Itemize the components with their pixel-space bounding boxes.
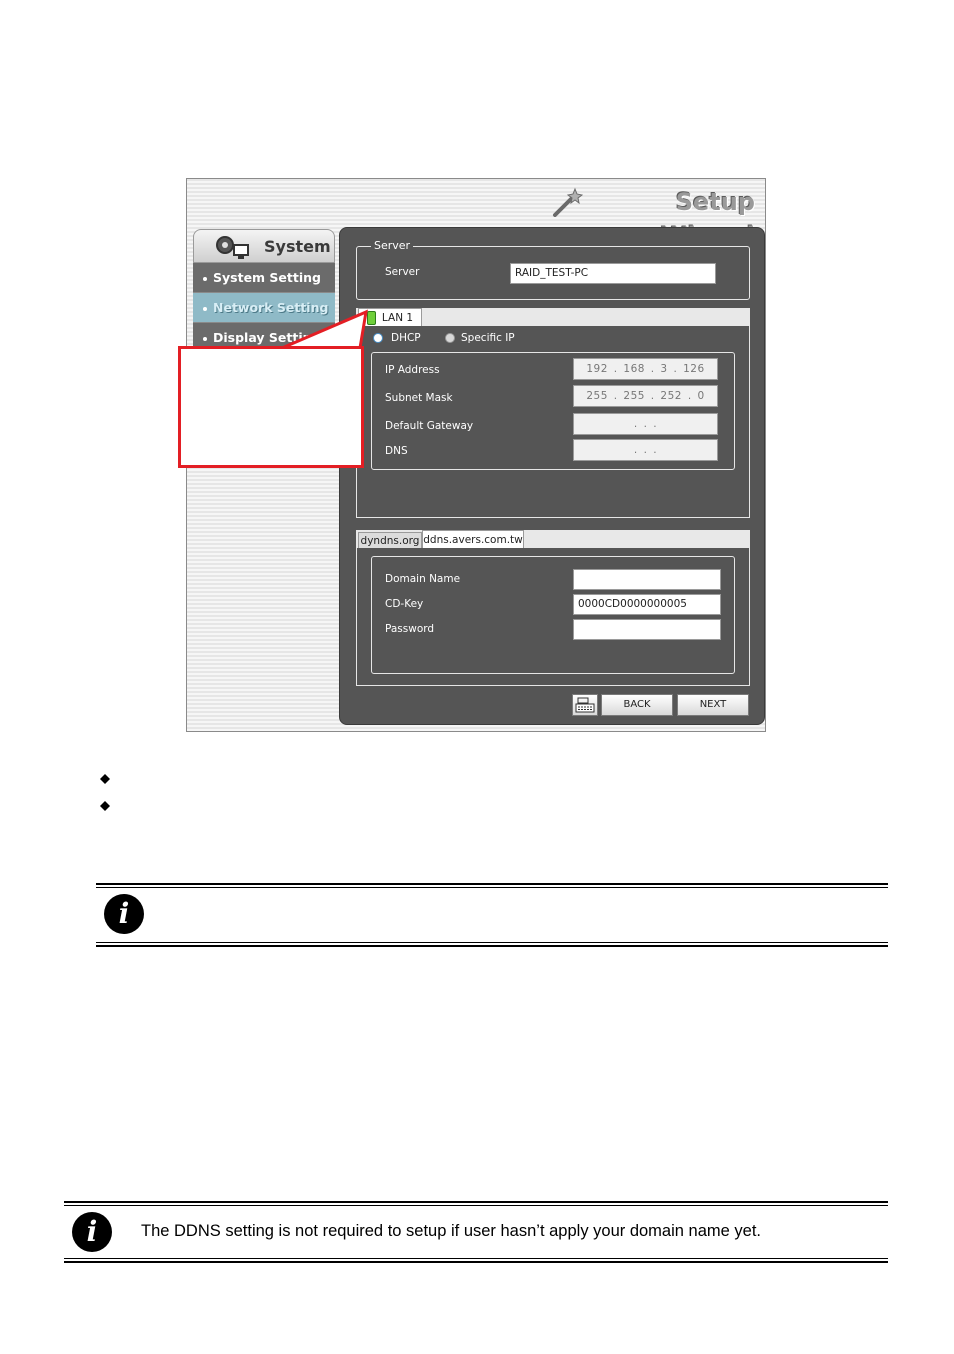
keyboard-button[interactable] <box>572 694 598 716</box>
system-gear-icon <box>216 236 249 259</box>
back-button[interactable]: BACK <box>601 694 673 716</box>
magic-wand-icon <box>553 187 583 217</box>
callout-box <box>178 346 364 468</box>
ip-address-label: IP Address <box>385 364 440 376</box>
ddns-tabbar: dyndns.org ddns.avers.com.tw <box>356 530 750 548</box>
default-gateway-field[interactable]: . . . <box>573 413 718 435</box>
note-bottom-rule-thin <box>64 1258 888 1259</box>
specific-ip-label: Specific IP <box>461 332 515 344</box>
password-field[interactable] <box>573 619 721 640</box>
server-legend: Server <box>371 239 414 252</box>
ip-settings-group: IP Address 192 . 168 . 3 . 126 Subnet Ma… <box>371 352 735 470</box>
dhcp-label: DHCP <box>391 332 421 344</box>
domain-name-label: Domain Name <box>385 573 461 585</box>
password-label: Password <box>385 623 435 635</box>
domain-name-field[interactable] <box>573 569 721 590</box>
sidebar-item-label: System Setting <box>213 270 321 285</box>
dns-label: DNS <box>385 445 408 457</box>
sidebar-header: System <box>193 229 335 263</box>
sidebar-header-label: System <box>264 237 331 256</box>
diamond-bullet-icon <box>100 801 110 811</box>
keyboard-icon <box>575 697 595 713</box>
network-settings-panel: Server Server RAID_TEST-PC LAN 1 DHCP Sp… <box>339 227 765 725</box>
bullet-dot-icon <box>203 336 207 341</box>
note-bottom-rule <box>96 945 888 947</box>
info-icon: i <box>104 894 144 934</box>
subnet-mask-field[interactable]: 255 . 255 . 252 . 0 <box>573 385 718 407</box>
bullet-dot-icon <box>203 276 207 281</box>
server-label: Server <box>385 266 420 278</box>
ddns-group: Domain Name CD-Key 0000CD0000000005 Pass… <box>371 556 735 674</box>
tab-dyndns[interactable]: dyndns.org <box>358 532 422 548</box>
note-top-rule-thin <box>64 1205 888 1206</box>
diamond-bullet-icon <box>100 774 110 784</box>
tab-lan-label: LAN 1 <box>381 312 414 324</box>
sidebar-item-system-setting[interactable]: System Setting <box>193 263 335 293</box>
dns-field[interactable]: . . . <box>573 439 718 461</box>
specific-ip-radio[interactable] <box>445 333 455 343</box>
tab-ddns-avers[interactable]: ddns.avers.com.tw <box>422 530 524 548</box>
next-button[interactable]: NEXT <box>677 694 749 716</box>
note-top-rule <box>64 1201 888 1203</box>
subnet-mask-label: Subnet Mask <box>385 392 453 404</box>
info-icon: i <box>72 1212 112 1252</box>
cd-key-field[interactable]: 0000CD0000000005 <box>573 594 721 615</box>
server-group: Server Server RAID_TEST-PC <box>356 239 750 300</box>
wizard-title: Setup Wizard <box>661 188 755 250</box>
default-gateway-label: Default Gateway <box>385 420 474 432</box>
note-bottom-rule-thin <box>96 942 888 943</box>
ddns-note-text: The DDNS setting is not required to setu… <box>141 1222 761 1240</box>
lan-tabbar: LAN 1 <box>356 308 750 326</box>
ip-address-field[interactable]: 192 . 168 . 3 . 126 <box>573 358 718 380</box>
bullet-dot-icon <box>203 306 207 311</box>
note-top-rule-thin <box>96 887 888 888</box>
note-bottom-rule <box>64 1261 888 1263</box>
lan-tab-panel: DHCP Specific IP IP Address 192 . 168 . … <box>356 326 750 518</box>
cd-key-label: CD-Key <box>385 598 424 610</box>
note-top-rule <box>96 883 888 885</box>
ddns-tab-panel: Domain Name CD-Key 0000CD0000000005 Pass… <box>356 548 750 686</box>
server-name-field[interactable]: RAID_TEST-PC <box>510 263 716 284</box>
